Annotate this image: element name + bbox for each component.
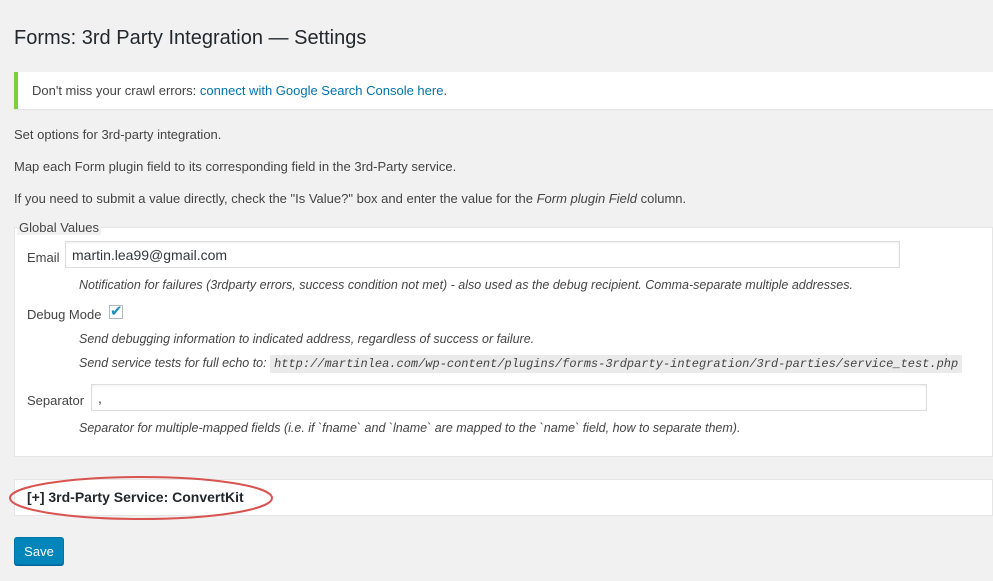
global-values-legend: Global Values (17, 220, 101, 235)
separator-label: Separator (27, 393, 85, 408)
intro-line-3: If you need to submit a value directly, … (14, 191, 686, 206)
save-button[interactable]: Save (14, 537, 64, 565)
debug-mode-checkbox[interactable]: ✔ (109, 302, 123, 320)
service-toggle[interactable]: [+] 3rd-Party Service: ConvertKit (27, 489, 244, 505)
intro-line-2: Map each Form plugin field to its corres… (14, 159, 457, 174)
intro-line-3-b: column. (637, 191, 687, 206)
checkmark-icon: ✔ (110, 302, 123, 320)
page-title: Forms: 3rd Party Integration — Settings (14, 27, 367, 49)
email-description: Notification for failures (3rdparty erro… (79, 278, 853, 292)
notice-trailing: . (443, 83, 448, 98)
admin-notice: Don't miss your crawl errors: connect wi… (14, 72, 993, 109)
service-test-line: Send service tests for full echo to: htt… (79, 355, 963, 373)
separator-field[interactable] (91, 384, 927, 411)
service-test-url: http://martinlea.com/wp-content/plugins/… (270, 355, 963, 373)
email-field[interactable] (65, 241, 900, 268)
notice-text: Don't miss your crawl errors: connect wi… (32, 83, 447, 98)
intro-line-1: Set options for 3rd-party integration. (14, 127, 222, 142)
intro-line-3-a: If you need to submit a value directly, … (14, 191, 537, 206)
email-label: Email (27, 250, 60, 265)
debug-mode-description: Send debugging information to indicated … (79, 332, 535, 346)
notice-message: Don't miss your crawl errors: (32, 83, 200, 98)
service-test-label: Send service tests for full echo to: (79, 356, 271, 370)
search-console-link[interactable]: connect with Google Search Console here (200, 83, 444, 98)
debug-mode-label: Debug Mode (27, 307, 102, 322)
separator-description: Separator for multiple-mapped fields (i.… (79, 421, 741, 435)
intro-line-3-em: Form plugin Field (536, 191, 637, 206)
